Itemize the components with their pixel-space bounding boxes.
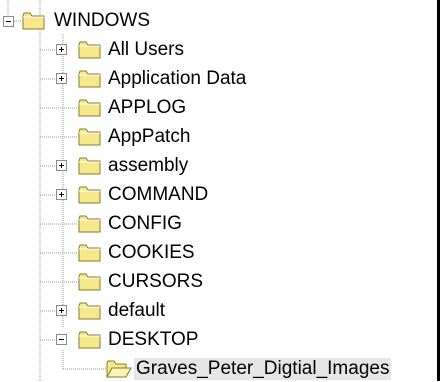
tree-node-cursors[interactable]: CURSORS: [0, 269, 437, 295]
expand-toggle[interactable]: [56, 189, 67, 200]
expand-toggle[interactable]: [56, 44, 67, 55]
tree-node-config[interactable]: CONFIG: [0, 211, 437, 237]
expand-toggle[interactable]: [56, 305, 67, 316]
tree-node-label: Graves_Peter_Digtial_Images: [134, 358, 392, 380]
tree-node-graves-peter-digtial-images[interactable]: Graves_Peter_Digtial_Images: [0, 356, 437, 382]
tree-node-label: COOKIES: [108, 242, 195, 263]
folder-icon: [78, 273, 101, 291]
expand-toggle[interactable]: [56, 73, 67, 84]
tree-node-label: CONFIG: [108, 213, 182, 234]
tree-node-label: default: [108, 300, 166, 321]
folder-tree: WINDOWS All Users Application Data APPLO…: [0, 0, 437, 381]
folder-icon: [78, 244, 101, 262]
expand-toggle[interactable]: [56, 160, 67, 171]
tree-node-apppatch[interactable]: AppPatch: [0, 124, 437, 150]
folder-icon: [78, 215, 101, 233]
tree-node-label: APPLOG: [108, 97, 187, 118]
tree-node-label: DESKTOP: [108, 329, 199, 350]
folder-icon: [78, 157, 101, 175]
tree-node-label: AppPatch: [108, 126, 191, 147]
explorer-tree-pane: WINDOWS All Users Application Data APPLO…: [0, 0, 440, 381]
folder-icon: [78, 99, 101, 117]
tree-node-all-users[interactable]: All Users: [0, 37, 437, 63]
tree-node-cookies[interactable]: COOKIES: [0, 240, 437, 266]
folder-icon: [22, 12, 45, 30]
tree-node-windows[interactable]: WINDOWS: [0, 8, 437, 34]
collapse-toggle[interactable]: [56, 334, 67, 345]
tree-node-desktop[interactable]: DESKTOP: [0, 327, 437, 353]
folder-icon: [78, 331, 101, 349]
tree-node-assembly[interactable]: assembly: [0, 153, 437, 179]
folder-icon: [78, 302, 101, 320]
tree-node-default[interactable]: default: [0, 298, 437, 324]
tree-node-label: All Users: [108, 39, 185, 60]
folder-icon: [78, 70, 101, 88]
folder-icon: [78, 128, 101, 146]
tree-node-label: assembly: [108, 155, 189, 176]
tree-node-applog[interactable]: APPLOG: [0, 95, 437, 121]
collapse-toggle[interactable]: [3, 16, 14, 27]
tree-node-label: COMMAND: [108, 184, 209, 205]
folder-open-icon: [106, 360, 132, 378]
tree-node-label: CURSORS: [108, 271, 204, 292]
tree-node-application-data[interactable]: Application Data: [0, 66, 437, 92]
tree-node-label: WINDOWS: [54, 10, 151, 31]
folder-icon: [78, 41, 101, 59]
folder-icon: [78, 186, 101, 204]
tree-node-label: Application Data: [108, 68, 247, 89]
tree-node-command[interactable]: COMMAND: [0, 182, 437, 208]
